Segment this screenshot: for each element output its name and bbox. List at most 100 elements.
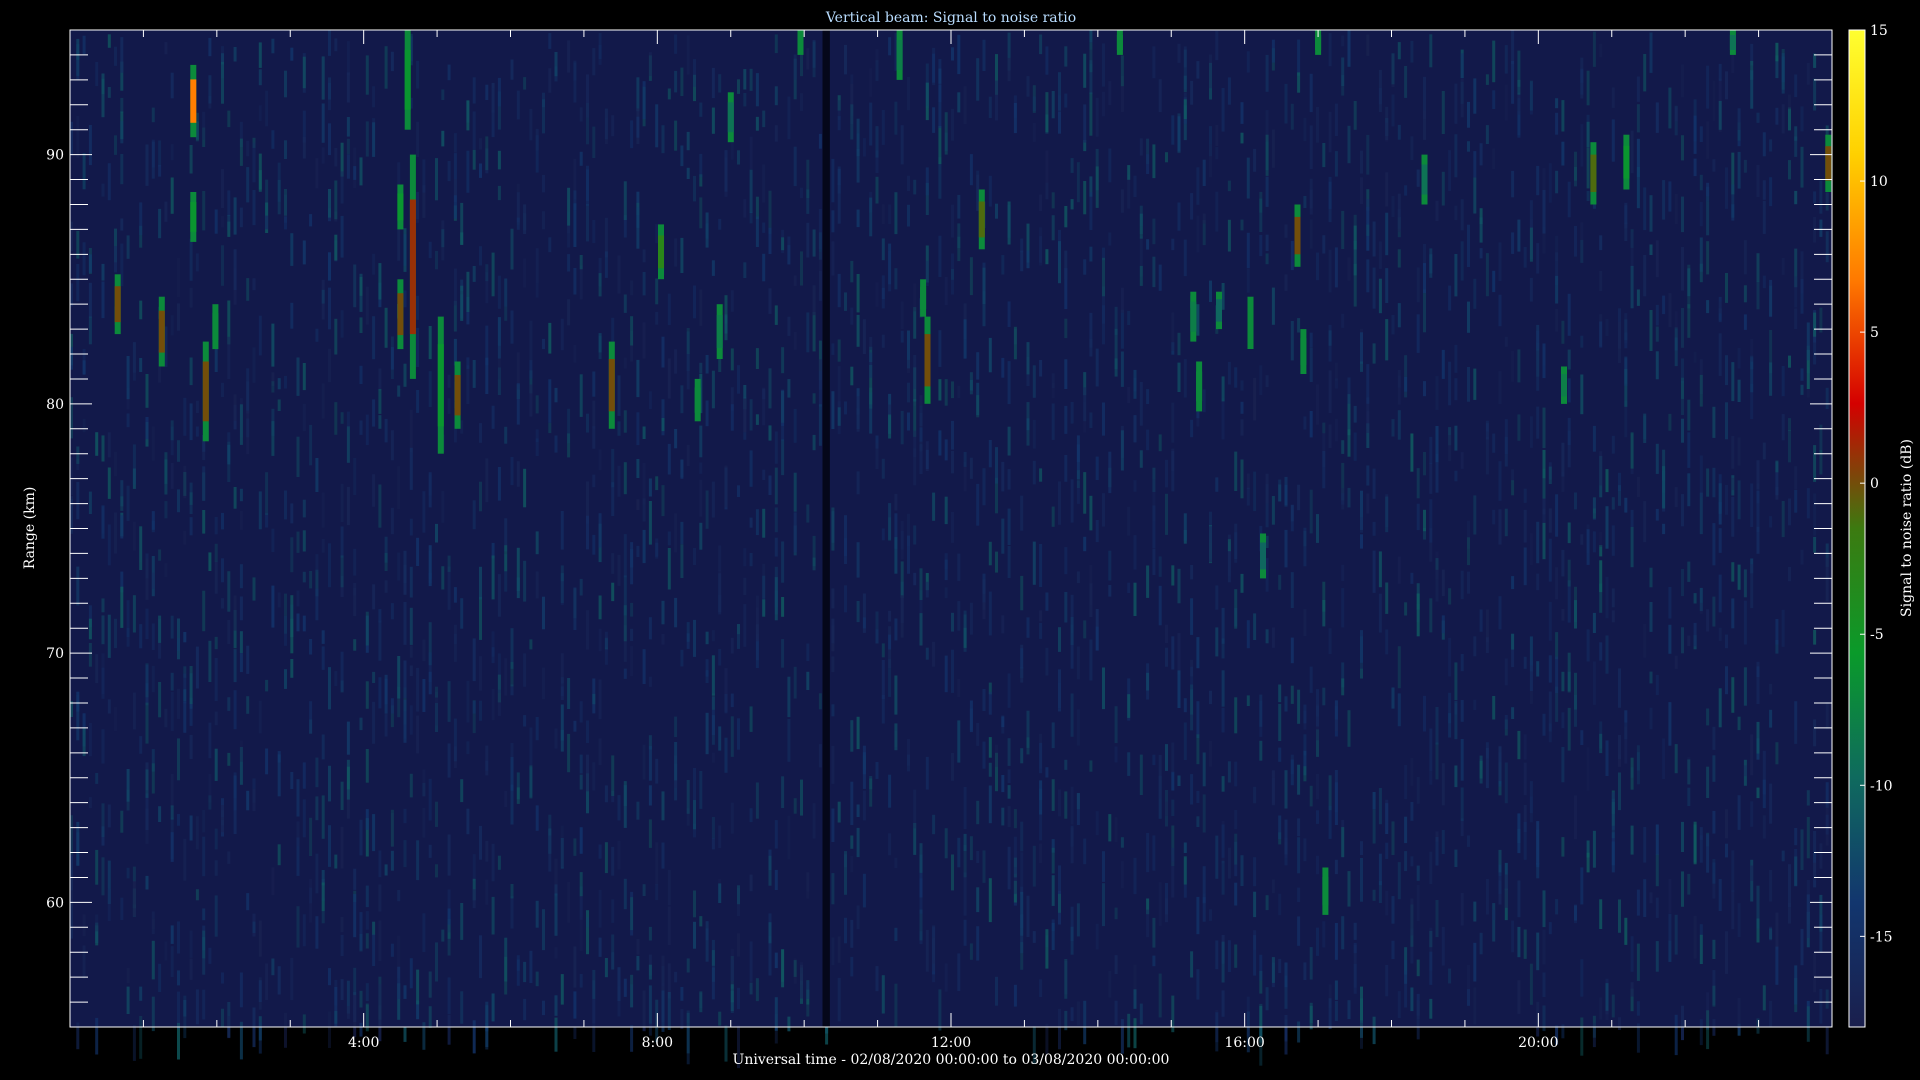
noise-streak	[1108, 148, 1112, 183]
noise-streak	[579, 827, 583, 854]
noise-streak	[453, 633, 457, 644]
noise-streak	[894, 857, 898, 869]
noise-streak	[1039, 610, 1043, 622]
noise-streak	[151, 665, 155, 693]
noise-streak	[1095, 97, 1099, 137]
noise-streak	[1064, 359, 1068, 389]
noise-streak	[1674, 487, 1678, 508]
noise-streak	[1007, 361, 1011, 405]
noise-streak	[1322, 235, 1326, 254]
noise-streak	[1800, 106, 1804, 132]
noise-streak	[302, 363, 306, 391]
noise-streak	[686, 328, 690, 354]
noise-streak	[1592, 830, 1596, 868]
noise-streak	[548, 814, 552, 836]
noise-streak	[1353, 922, 1357, 940]
noise-streak	[1360, 517, 1363, 533]
noise-streak	[1215, 1012, 1219, 1052]
noise-streak	[1007, 846, 1011, 890]
noise-streak	[1706, 708, 1710, 726]
noise-streak	[1083, 472, 1087, 514]
noise-streak	[1322, 422, 1326, 434]
noise-streak	[1397, 693, 1401, 727]
noise-streak	[271, 408, 275, 436]
noise-streak	[548, 237, 552, 253]
noise-streak	[1542, 407, 1546, 449]
noise-streak	[1341, 588, 1345, 628]
noise-streak	[667, 88, 671, 100]
noise-streak	[290, 537, 294, 573]
noise-streak	[1681, 627, 1684, 654]
noise-streak	[1334, 378, 1338, 389]
noise-streak	[340, 979, 344, 1000]
noise-streak	[1580, 1017, 1584, 1056]
noise-streak	[963, 610, 967, 652]
noise-streak	[1410, 856, 1414, 867]
noise-streak	[1825, 814, 1829, 835]
noise-streak	[132, 341, 136, 381]
noise-streak	[1649, 892, 1653, 904]
noise-streak	[963, 787, 967, 830]
noise-streak	[711, 838, 715, 850]
noise-streak	[359, 990, 363, 1008]
noise-streak	[787, 1016, 791, 1032]
noise-streak	[1196, 61, 1200, 79]
noise-streak	[1586, 114, 1590, 148]
noise-streak	[1316, 252, 1319, 281]
noise-streak	[177, 258, 180, 297]
noise-streak	[1190, 951, 1194, 978]
noise-streak	[1813, 53, 1817, 68]
noise-streak	[724, 737, 728, 773]
noise-streak	[1372, 550, 1376, 593]
noise-streak	[1624, 356, 1628, 386]
noise-streak	[384, 674, 388, 714]
noise-streak	[290, 957, 294, 1001]
noise-streak	[598, 679, 602, 720]
noise-streak	[907, 412, 910, 431]
noise-streak	[516, 959, 520, 971]
noise-streak	[202, 191, 206, 231]
noise-streak	[1687, 473, 1691, 507]
noise-streak	[1404, 816, 1408, 844]
noise-streak	[881, 528, 885, 541]
noise-streak	[315, 916, 319, 949]
noise-streak	[1611, 841, 1615, 873]
noise-streak	[699, 479, 703, 517]
noise-streak	[466, 808, 470, 835]
noise-streak	[296, 779, 300, 817]
noise-streak	[126, 485, 130, 521]
noise-streak	[1800, 146, 1804, 188]
noise-streak	[428, 572, 432, 584]
noise-streak	[573, 838, 577, 856]
noise-streak	[252, 278, 256, 291]
echo-event	[978, 189, 985, 250]
noise-streak	[1662, 180, 1666, 220]
noise-streak	[611, 115, 615, 137]
noise-streak	[1454, 134, 1458, 178]
noise-streak	[403, 808, 407, 824]
noise-streak	[1259, 191, 1263, 213]
noise-streak	[963, 319, 967, 359]
noise-streak	[888, 833, 892, 856]
noise-streak	[1655, 941, 1659, 972]
noise-streak	[403, 602, 407, 645]
noise-streak	[1775, 912, 1779, 950]
noise-streak	[1794, 828, 1798, 846]
noise-streak	[195, 889, 199, 901]
noise-streak	[1630, 265, 1634, 309]
noise-streak	[1580, 239, 1584, 263]
noise-streak	[1618, 321, 1621, 363]
noise-streak	[1165, 624, 1168, 644]
noise-streak	[737, 79, 740, 94]
noise-streak	[1297, 887, 1301, 902]
noise-streak	[919, 613, 923, 646]
noise-streak	[227, 110, 231, 128]
noise-streak	[284, 490, 287, 520]
echo-event	[1260, 533, 1266, 579]
noise-streak	[120, 121, 124, 144]
noise-streak	[1769, 285, 1773, 316]
noise-streak	[145, 769, 149, 798]
noise-streak	[82, 945, 86, 979]
noise-streak	[359, 365, 363, 384]
noise-streak	[346, 117, 350, 137]
